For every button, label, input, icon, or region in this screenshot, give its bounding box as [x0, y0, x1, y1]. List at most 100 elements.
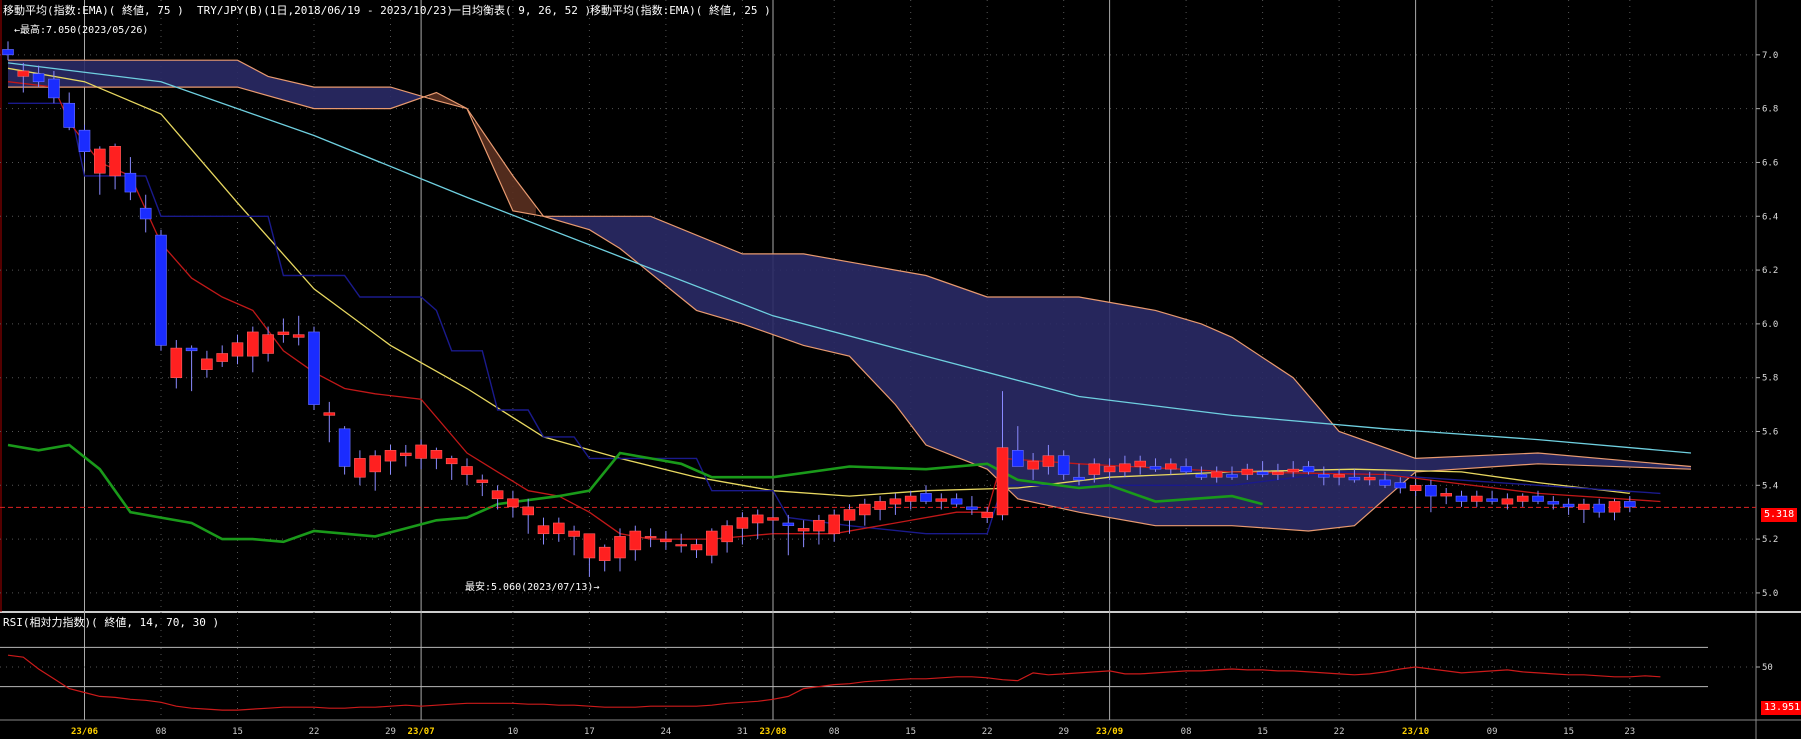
candle-up: [552, 522, 565, 535]
y-tick-label: 5.4: [1762, 481, 1778, 491]
y-tick-label: 5.0: [1762, 589, 1778, 599]
candle-down: [920, 493, 932, 502]
candle-down: [1562, 503, 1575, 508]
candle-up: [568, 530, 580, 537]
candle-down: [1425, 485, 1437, 497]
x-tick-label: 23/06: [71, 727, 98, 737]
x-tick-label: 15: [1257, 727, 1268, 737]
candle-up: [1042, 455, 1055, 467]
y-tick-label: 5.2: [1762, 535, 1778, 545]
candle-up: [614, 536, 626, 559]
candle-down: [63, 102, 76, 128]
candle-up: [644, 536, 657, 539]
candle-up: [1272, 471, 1284, 475]
candle-up: [415, 444, 427, 459]
candle-up: [277, 331, 290, 335]
candle-up: [828, 514, 841, 535]
last-rsi-tag: 13.951: [1761, 701, 1801, 715]
x-tick-label: 23/07: [408, 727, 435, 737]
candle-up: [201, 358, 213, 370]
candle-down: [32, 73, 45, 83]
candle-up: [522, 506, 535, 516]
candle-up: [354, 458, 366, 478]
candle-down: [124, 172, 137, 193]
x-tick-label: 23: [1624, 727, 1635, 737]
candle-up: [874, 501, 886, 510]
candle-up: [858, 503, 871, 516]
candle-up: [1241, 468, 1254, 475]
candle-up: [399, 452, 412, 457]
candle-down: [1532, 495, 1544, 502]
candle-up: [767, 517, 779, 521]
candle-up: [1409, 485, 1422, 491]
candle-up: [445, 458, 458, 465]
candle-up: [1440, 493, 1452, 497]
candle-down: [966, 506, 978, 510]
candle-down: [1379, 479, 1391, 486]
candle-down: [1593, 503, 1605, 513]
low-annotation: 最安:5.060(2023/07/13)→: [465, 582, 600, 593]
y-tick-label: 7.0: [1762, 51, 1778, 61]
y-tick-label: 6.2: [1762, 266, 1778, 276]
candle-down: [338, 428, 351, 467]
candle-down: [1011, 450, 1024, 467]
candle-up: [17, 70, 30, 77]
x-tick-label: 24: [660, 727, 671, 737]
candle-up: [889, 498, 902, 505]
candle-down: [1318, 474, 1330, 478]
last-price-tag: 5.318: [1761, 508, 1798, 522]
candle-up: [170, 347, 183, 378]
x-tick-label: 15: [905, 727, 916, 737]
x-tick-label: 15: [1563, 727, 1574, 737]
candle-up: [1471, 495, 1483, 502]
candle-down: [1226, 474, 1238, 478]
candle-up: [94, 148, 106, 174]
candle-down: [1180, 466, 1192, 473]
x-tick-label: 22: [1334, 727, 1345, 737]
candle-up: [1501, 498, 1514, 505]
candle-down: [1394, 482, 1407, 489]
candle-up: [292, 334, 305, 338]
x-tick-label: 23/08: [759, 727, 786, 737]
candle-up: [1333, 474, 1345, 478]
candle-up: [1608, 501, 1621, 513]
x-tick-label: 23/09: [1096, 727, 1123, 737]
x-tick-label: 22: [982, 727, 993, 737]
candle-up: [736, 517, 749, 529]
candle-up: [323, 412, 336, 416]
candle-down: [1348, 476, 1361, 481]
rsi-y-tick-label: 50: [1762, 663, 1773, 673]
candle-up: [1119, 463, 1131, 473]
candle-up: [1027, 460, 1039, 470]
rsi-legend: RSI(相対力指数)( 終値, 14, 70, 30 ): [3, 616, 220, 629]
candle-up: [690, 544, 703, 551]
chart-svg: 5.0 5.2 5.4 5.6 5.8 6.0 6.2 6.4 6.6 6.8 7.0 23/06 0…: [0, 0, 1801, 739]
candle-up: [1516, 495, 1529, 502]
y-tick-label: 6.4: [1762, 212, 1778, 222]
candle-up: [247, 331, 259, 357]
x-tick-label: 10: [507, 727, 518, 737]
candle-up: [797, 528, 810, 532]
candle-down: [1486, 498, 1498, 502]
candle-up: [1134, 460, 1146, 467]
candle-up: [1088, 463, 1101, 475]
ema75-legend: 移動平均(指数:EMA)( 終値, 75 ): [3, 4, 184, 17]
y-tick-label: 5.8: [1762, 374, 1778, 384]
x-tick-label: 08: [829, 727, 840, 737]
candle-up: [537, 525, 550, 535]
symbol-legend: TRY/JPY(B)(1日,2018/06/19 - 2023/10/23): [197, 4, 454, 17]
candle-up: [491, 490, 504, 500]
candle-up: [369, 455, 382, 473]
candle-up: [751, 514, 764, 524]
candle-up: [109, 146, 121, 177]
candle-down: [782, 522, 795, 526]
x-tick-label: 31: [737, 727, 748, 737]
candle-up: [1578, 503, 1590, 510]
candle-down: [2, 49, 14, 56]
high-annotation: ←最高:7.050(2023/05/26): [14, 25, 149, 36]
ema25-legend: 移動平均(指数:EMA)( 終値, 25 ): [590, 4, 771, 17]
x-tick-label: 08: [1181, 727, 1192, 737]
candle-up: [1165, 463, 1177, 470]
candle-up: [1287, 468, 1299, 473]
y-tick-label: 6.8: [1762, 105, 1778, 115]
